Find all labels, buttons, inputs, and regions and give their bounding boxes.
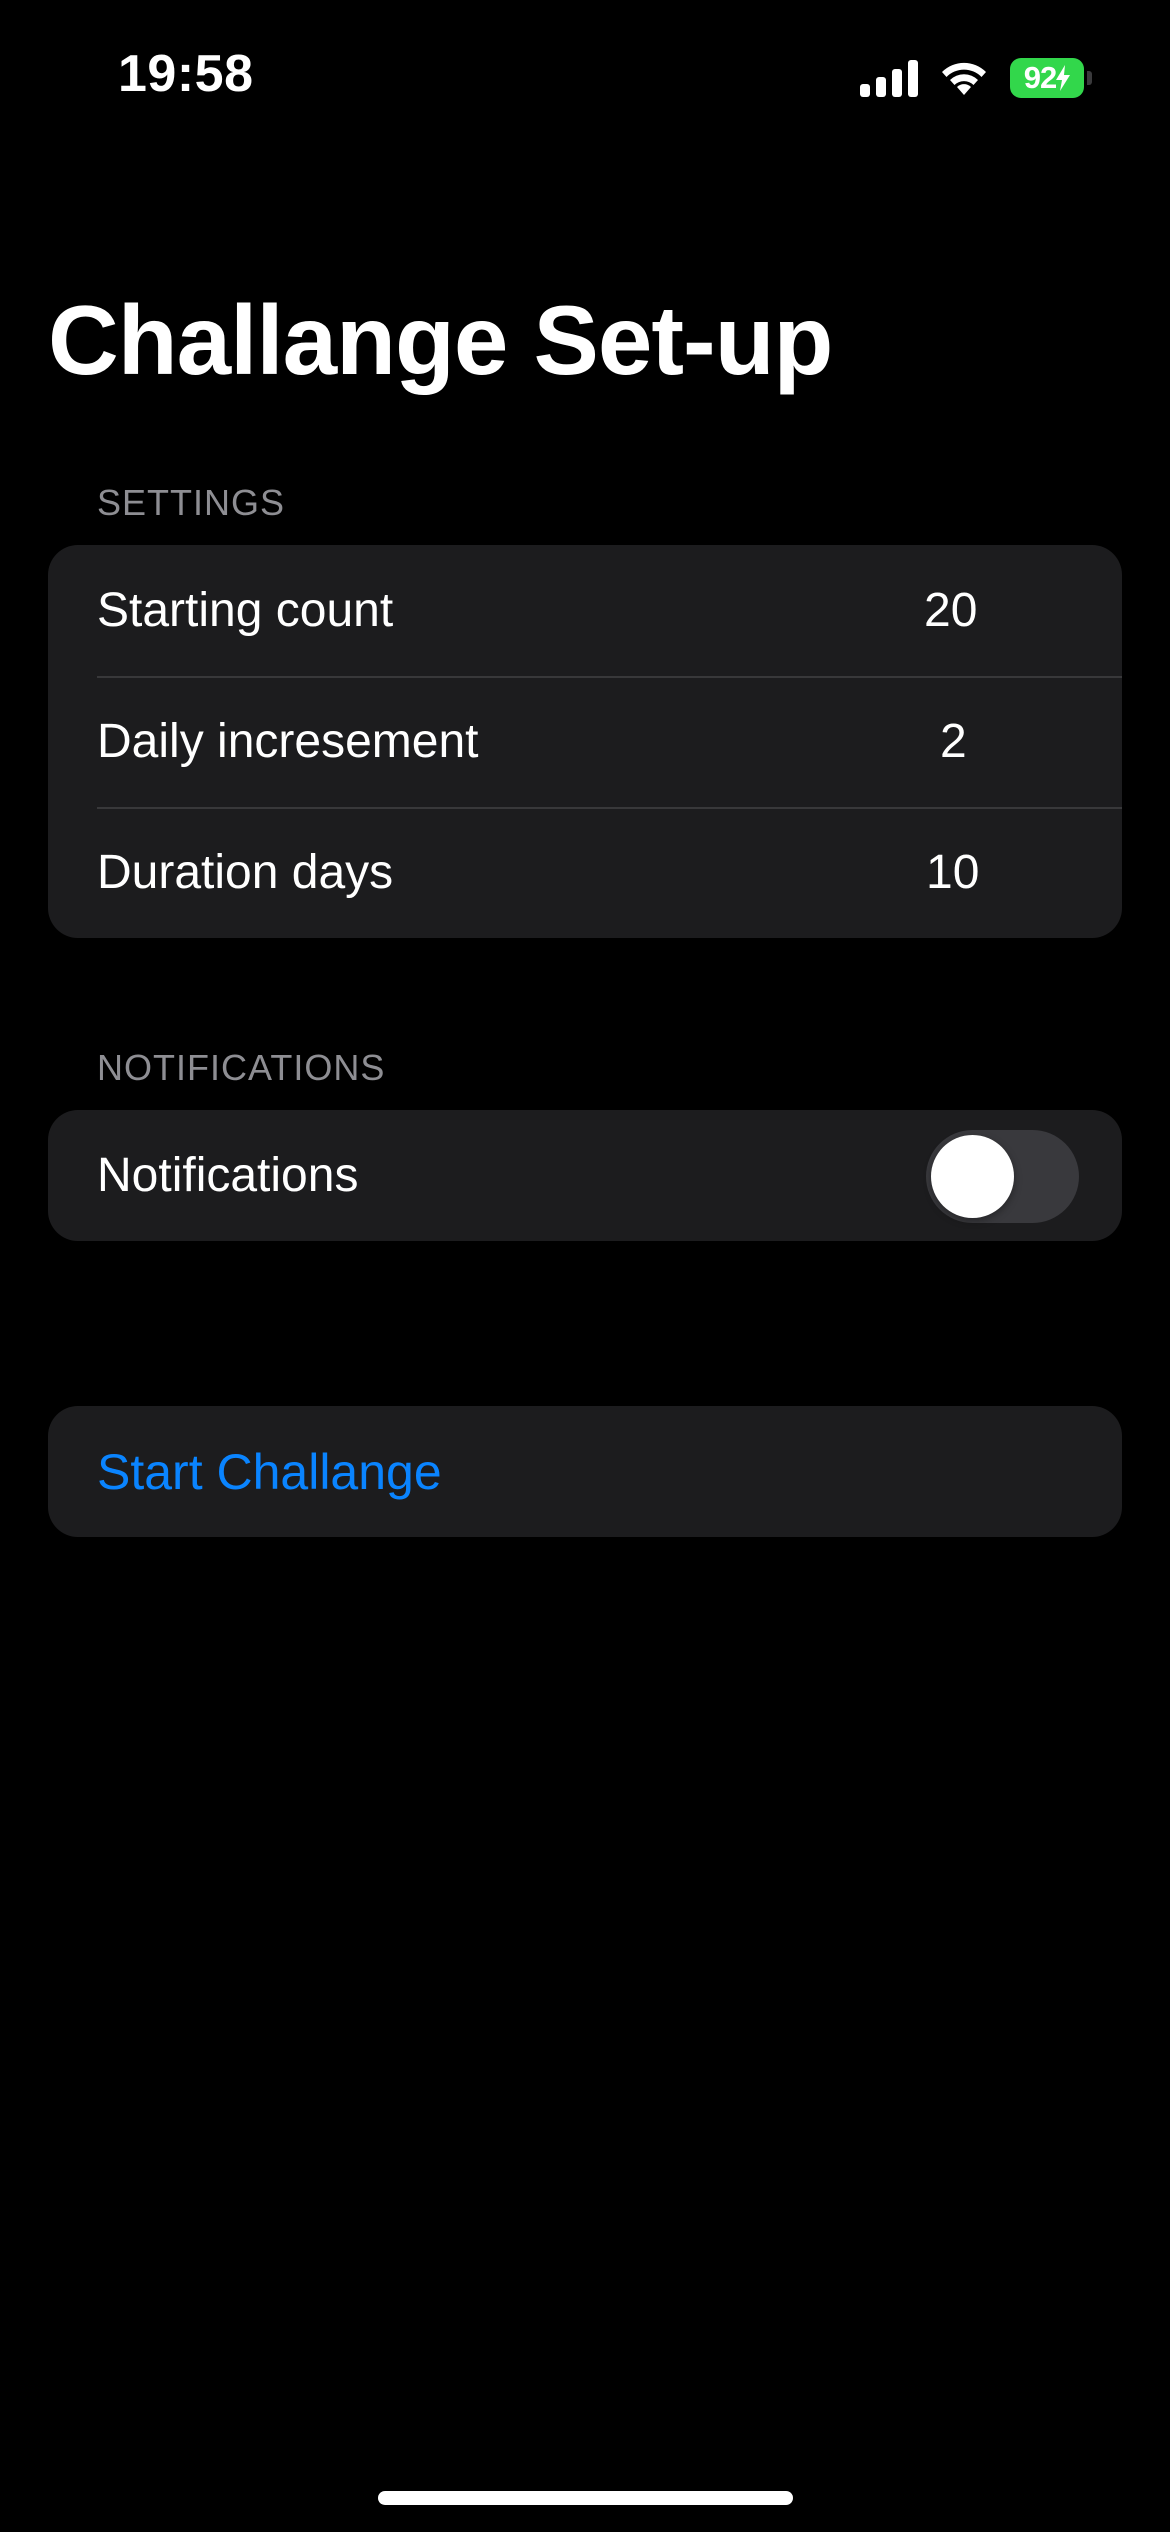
daily-incresement-label: Daily incresement (97, 715, 479, 768)
home-indicator[interactable] (378, 2491, 793, 2505)
row-divider (97, 807, 1122, 809)
signal-icon (860, 59, 918, 97)
battery-icon: 92 (1010, 58, 1092, 98)
wifi-icon (942, 62, 986, 95)
daily-incresement-row[interactable]: Daily incresement 2 (48, 676, 1122, 807)
notifications-row: Notifications (48, 1110, 1122, 1241)
status-bar: 19:58 92 (0, 0, 1170, 150)
start-challange-label: Start Challange (97, 1443, 442, 1500)
notifications-label: Notifications (97, 1149, 359, 1202)
battery-level-indicator: 92 (1010, 58, 1084, 98)
settings-section-header: SETTINGS (97, 482, 286, 523)
notifications-toggle[interactable] (926, 1130, 1079, 1223)
battery-cap (1087, 71, 1092, 85)
daily-incresement-value[interactable]: 2 (940, 714, 1122, 769)
status-time: 19:58 (118, 45, 254, 103)
start-challange-group: Start Challange (48, 1406, 1122, 1537)
duration-days-row[interactable]: Duration days 10 (48, 807, 1122, 938)
page-title: Challange Set-up (48, 285, 833, 395)
duration-days-label: Duration days (97, 846, 394, 899)
starting-count-row[interactable]: Starting count 20 (48, 545, 1122, 676)
toggle-knob (931, 1135, 1014, 1218)
row-divider (97, 676, 1122, 678)
notifications-group: Notifications (48, 1110, 1122, 1241)
settings-group: Starting count 20 Daily incresement 2 Du… (48, 545, 1122, 938)
status-icons: 92 (860, 56, 1092, 100)
charging-bolt-icon (1056, 65, 1071, 91)
starting-count-label: Starting count (97, 584, 394, 637)
battery-level-text: 92 (1023, 60, 1057, 95)
duration-days-value[interactable]: 10 (926, 845, 1122, 900)
start-challange-button[interactable]: Start Challange (48, 1406, 1122, 1537)
notifications-section-header: NOTIFICATIONS (97, 1047, 386, 1088)
starting-count-value[interactable]: 20 (924, 583, 1122, 638)
